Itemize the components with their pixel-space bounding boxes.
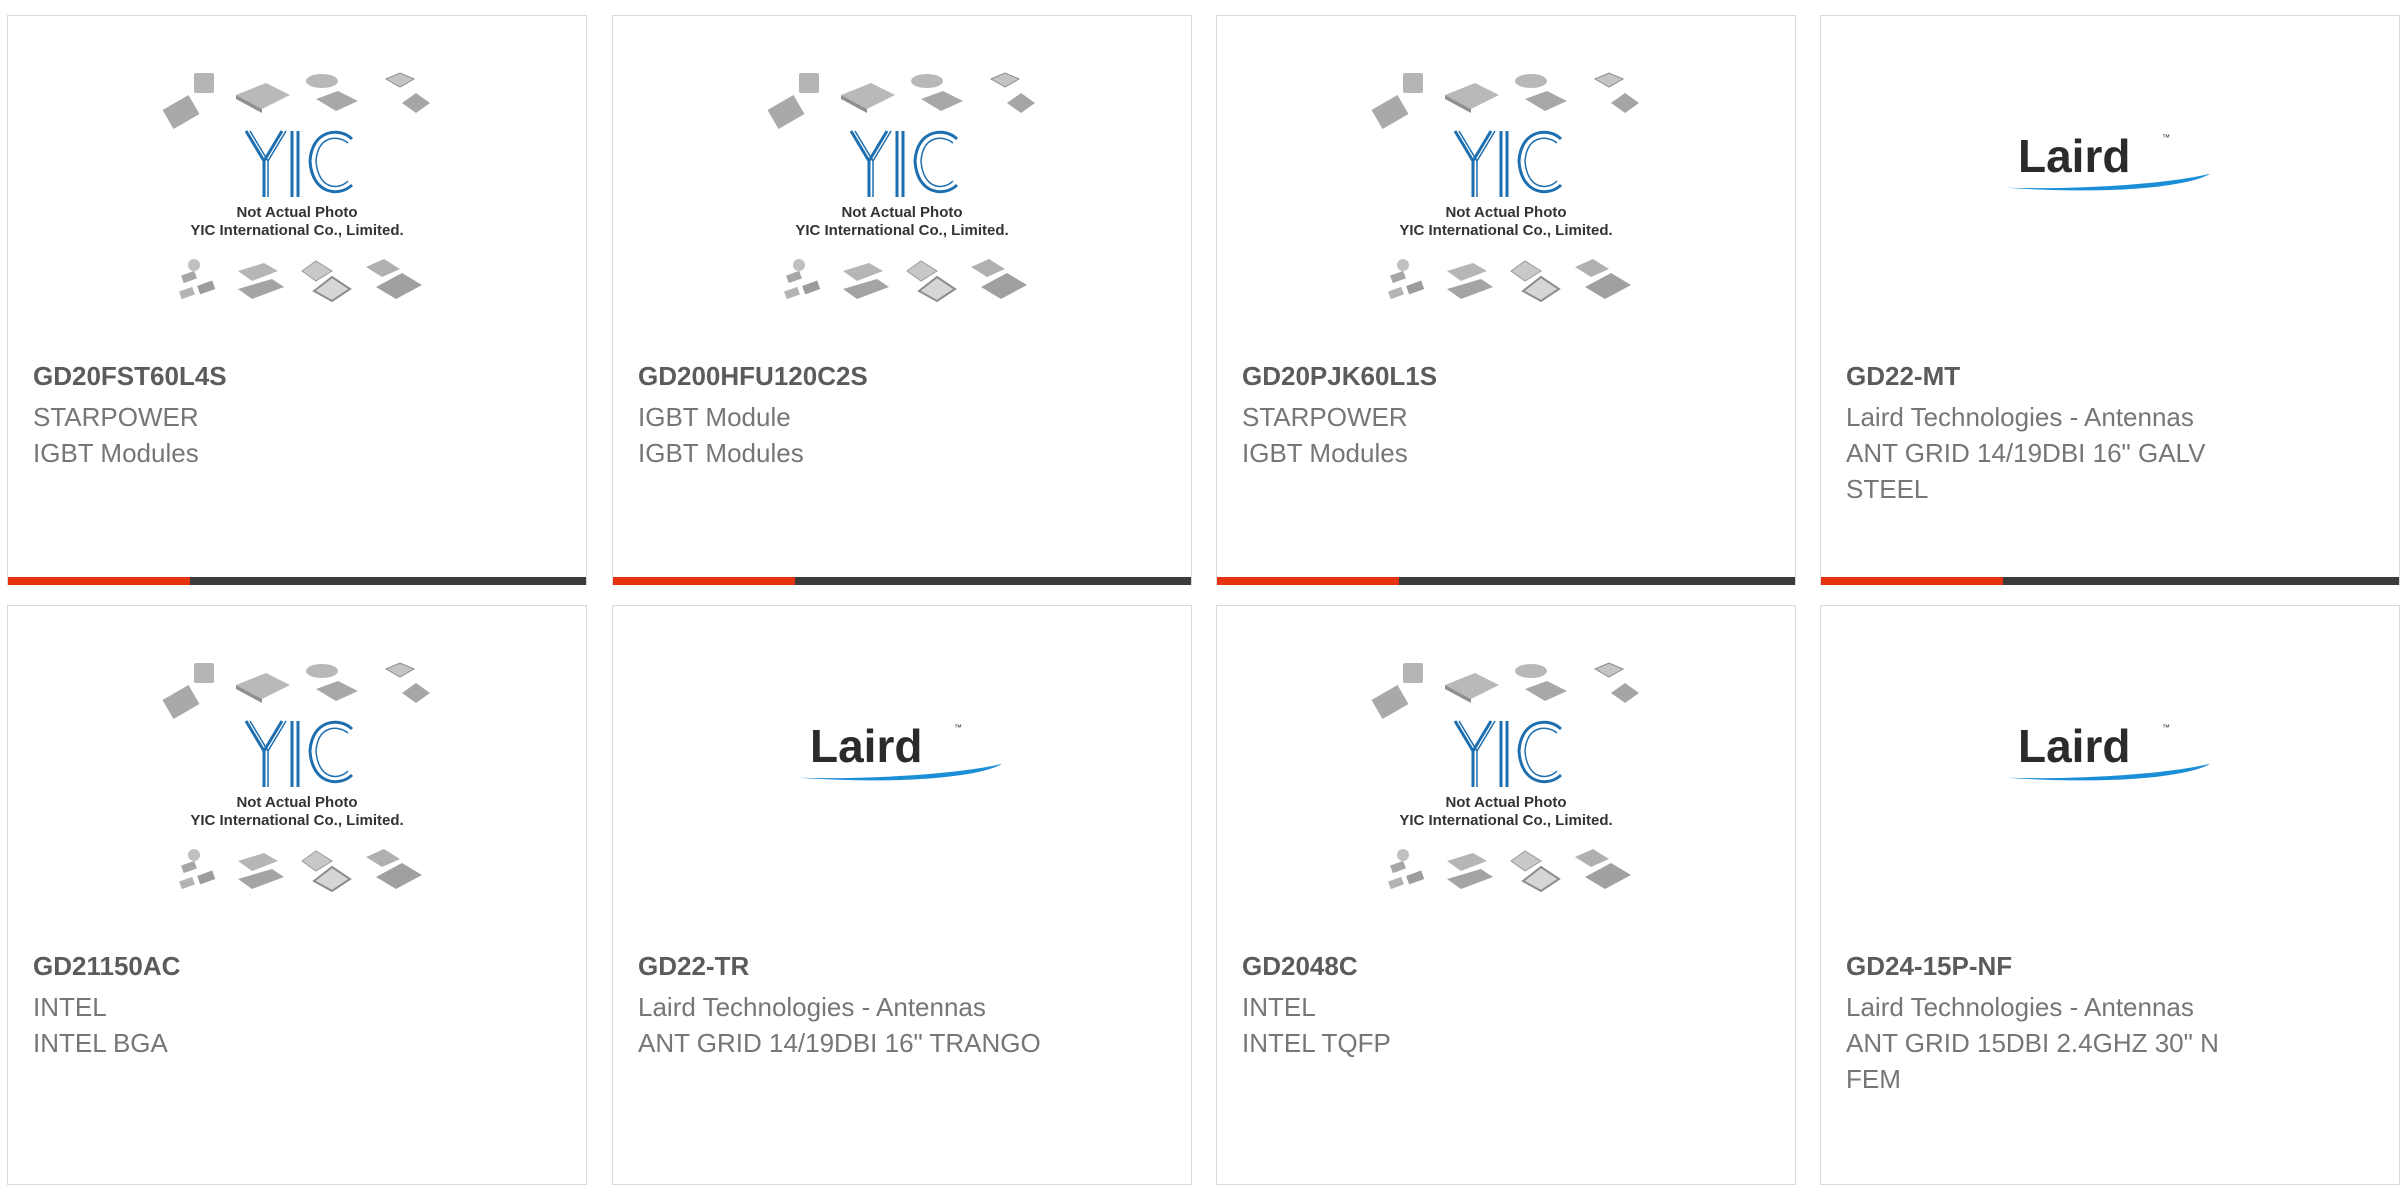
product-brand: STARPOWER: [1242, 402, 1408, 432]
product-part-number[interactable]: GD22-TR: [638, 951, 749, 982]
product-brand: INTEL: [33, 992, 107, 1022]
product-image[interactable]: Laird ™: [1821, 606, 2399, 951]
laird-logo-icon: Laird ™: [2006, 129, 2210, 190]
product-part-number[interactable]: GD200HFU120C2S: [638, 361, 868, 392]
product-brand: INTEL: [1242, 992, 1316, 1022]
photo-caption-line1: Not Actual Photo: [1445, 794, 1566, 811]
laird-logo-icon: Laird ™: [2006, 719, 2210, 780]
product-description: ANT GRID 14/19DBI 16" TRANGO: [638, 1028, 1041, 1058]
product-description: ANT GRID 14/19DBI 16" GALV STEEL: [1846, 438, 2206, 504]
product-brand: Laird Technologies - Antennas: [1846, 402, 2194, 432]
product-image[interactable]: Not Actual Photo YIC International Co., …: [8, 606, 586, 951]
product-part-number[interactable]: GD20FST60L4S: [33, 361, 227, 392]
product-part-number[interactable]: GD20PJK60L1S: [1242, 361, 1437, 392]
svg-text:™: ™: [2162, 722, 2170, 731]
photo-caption-line2: YIC International Co., Limited.: [795, 222, 1008, 239]
product-card[interactable]: Not Actual Photo YIC International Co., …: [1216, 605, 1796, 1185]
product-card[interactable]: Not Actual Photo YIC International Co., …: [1216, 15, 1796, 585]
product-part-number[interactable]: GD24-15P-NF: [1846, 951, 2012, 982]
photo-caption-line2: YIC International Co., Limited.: [1399, 222, 1612, 239]
product-part-number[interactable]: GD22-MT: [1846, 361, 1960, 392]
product-image[interactable]: Not Actual Photo YIC International Co., …: [1217, 16, 1795, 361]
product-card[interactable]: Not Actual Photo YIC International Co., …: [7, 15, 587, 585]
placeholder-photo-icon: Not Actual Photo YIC International Co., …: [1371, 72, 1640, 302]
placeholder-photo-icon: Not Actual Photo YIC International Co., …: [162, 72, 431, 302]
placeholder-photo-icon: Not Actual Photo YIC International Co., …: [1371, 662, 1640, 892]
product-brand: IGBT Module: [638, 402, 791, 432]
product-image[interactable]: Not Actual Photo YIC International Co., …: [613, 16, 1191, 361]
svg-text:™: ™: [954, 722, 962, 731]
product-brand: Laird Technologies - Antennas: [1846, 992, 2194, 1022]
product-description: IGBT Modules: [1242, 438, 1408, 468]
product-description: IGBT Modules: [33, 438, 199, 468]
product-description: IGBT Modules: [638, 438, 804, 468]
photo-caption-line1: Not Actual Photo: [236, 204, 357, 221]
product-part-number[interactable]: GD2048C: [1242, 951, 1358, 982]
card-bottom-bar: [1217, 577, 1795, 585]
photo-caption-line2: YIC International Co., Limited.: [1399, 812, 1612, 829]
product-description: ANT GRID 15DBI 2.4GHZ 30" N FEM: [1846, 1028, 2219, 1094]
product-description: INTEL TQFP: [1242, 1028, 1391, 1058]
product-card[interactable]: Laird ™ GD22-MT Laird Technologies - Ant…: [1820, 15, 2400, 585]
product-card[interactable]: Not Actual Photo YIC International Co., …: [612, 15, 1192, 585]
card-bottom-bar: [1821, 577, 2399, 585]
svg-text:Laird: Laird: [2018, 719, 2130, 771]
photo-caption-line1: Not Actual Photo: [236, 794, 357, 811]
svg-text:™: ™: [2162, 132, 2170, 141]
card-bottom-bar: [613, 577, 1191, 585]
card-bar-accent: [1217, 577, 1399, 585]
placeholder-photo-icon: Not Actual Photo YIC International Co., …: [162, 662, 431, 892]
photo-caption-line2: YIC International Co., Limited.: [190, 812, 403, 829]
svg-text:Laird: Laird: [2018, 129, 2130, 181]
card-bar-accent: [613, 577, 795, 585]
product-image[interactable]: Not Actual Photo YIC International Co., …: [1217, 606, 1795, 951]
product-card[interactable]: Not Actual Photo YIC International Co., …: [7, 605, 587, 1185]
product-brand: Laird Technologies - Antennas: [638, 992, 986, 1022]
product-part-number[interactable]: GD21150AC: [33, 951, 180, 982]
photo-caption-line1: Not Actual Photo: [1445, 204, 1566, 221]
laird-logo-icon: Laird ™: [798, 719, 1002, 780]
placeholder-photo-icon: Not Actual Photo YIC International Co., …: [767, 72, 1036, 302]
photo-caption-line1: Not Actual Photo: [841, 204, 962, 221]
svg-text:Laird: Laird: [810, 719, 922, 771]
product-card[interactable]: Laird ™ GD24-15P-NF Laird Technologies -…: [1820, 605, 2400, 1185]
product-image[interactable]: Laird ™: [613, 606, 1191, 951]
product-image[interactable]: Not Actual Photo YIC International Co., …: [8, 16, 586, 361]
card-bottom-bar: [8, 577, 586, 585]
photo-caption-line2: YIC International Co., Limited.: [190, 222, 403, 239]
card-bar-accent: [8, 577, 190, 585]
card-bar-accent: [1821, 577, 2003, 585]
product-card[interactable]: Laird ™ GD22-TR Laird Technologies - Ant…: [612, 605, 1192, 1185]
product-brand: STARPOWER: [33, 402, 199, 432]
product-description: INTEL BGA: [33, 1028, 168, 1058]
product-image[interactable]: Laird ™: [1821, 16, 2399, 361]
